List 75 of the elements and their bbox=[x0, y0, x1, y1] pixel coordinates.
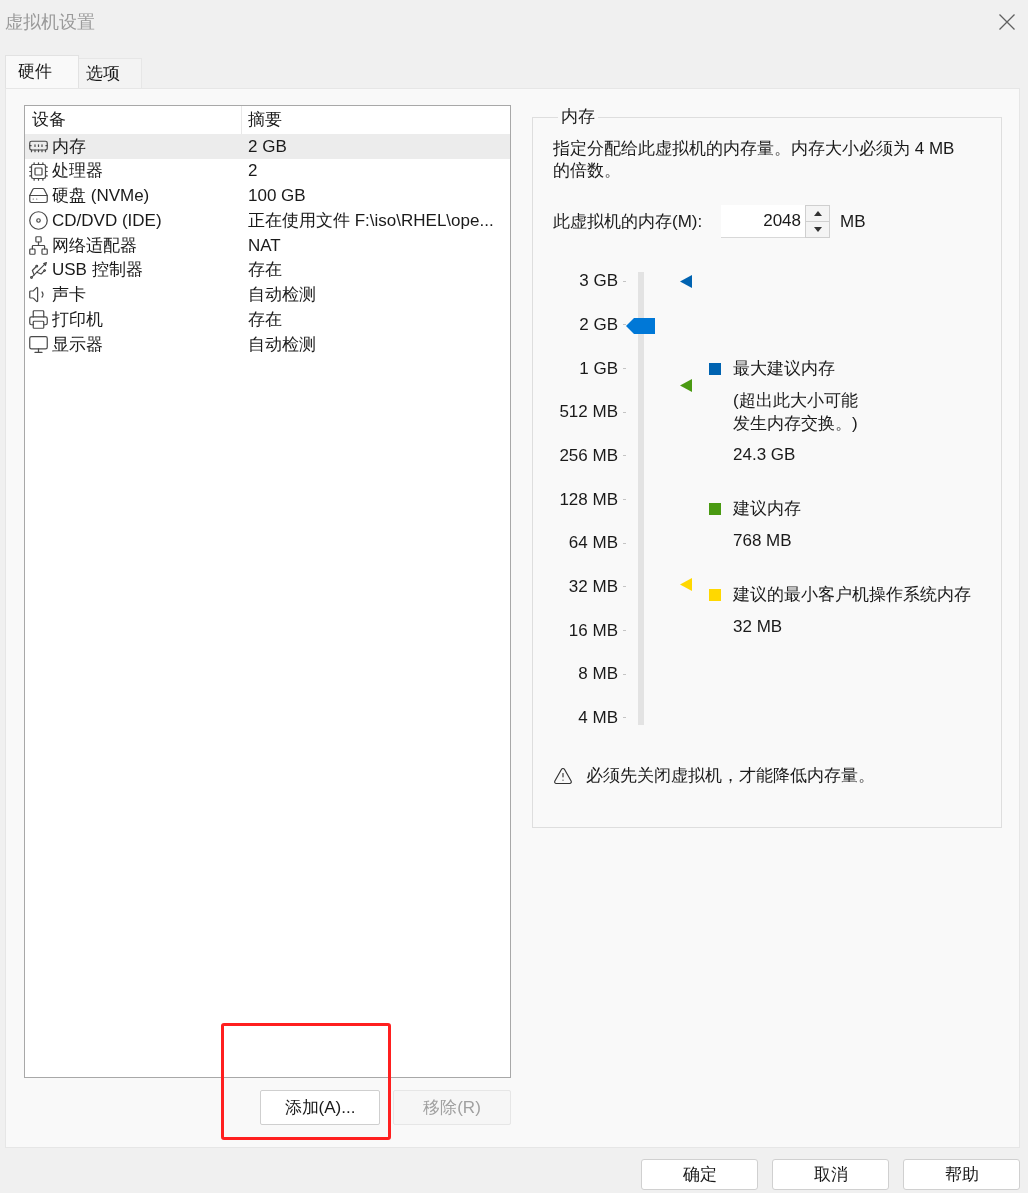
device-name: 声卡 bbox=[52, 284, 86, 307]
caret-up-icon bbox=[813, 210, 822, 216]
device-name: 硬盘 (NVMe) bbox=[52, 185, 150, 208]
tab[interactable]: 选项 bbox=[79, 58, 142, 88]
usb-icon bbox=[28, 259, 49, 281]
slider-thumb[interactable] bbox=[626, 318, 655, 335]
tick-label: 2 GB bbox=[579, 313, 618, 336]
device-name: USB 控制器 bbox=[52, 259, 143, 282]
tick-label: 1 GB bbox=[579, 357, 618, 380]
caret-down-icon bbox=[813, 226, 822, 232]
device-summary: 存在 bbox=[247, 259, 282, 282]
tick-mark bbox=[623, 717, 626, 719]
tick-mark bbox=[623, 542, 626, 544]
legend-value: 24.3 GB bbox=[732, 444, 797, 466]
window-title: 虚拟机设置 bbox=[5, 10, 95, 34]
device-summary: 正在使用文件 F:\iso\RHEL\ope... bbox=[247, 209, 494, 232]
tick-label: 128 MB bbox=[559, 488, 618, 511]
disc-icon bbox=[28, 210, 49, 232]
legend-value: 768 MB bbox=[732, 530, 793, 552]
legend-label: 建议内存 bbox=[733, 498, 801, 521]
monitor-icon bbox=[28, 333, 49, 355]
tick-mark bbox=[623, 630, 626, 631]
spin-up-button[interactable] bbox=[805, 205, 830, 222]
dialog-button[interactable]: 帮助 bbox=[903, 1159, 1020, 1190]
memory-description: 指定分配给此虚拟机的内存量。内存大小必须为 4 MB 的倍数。 bbox=[553, 138, 956, 182]
device-summary: NAT bbox=[247, 234, 281, 257]
tick-mark bbox=[623, 455, 626, 457]
close-icon bbox=[999, 14, 1015, 30]
warning-text: 必须先关闭虚拟机，才能降低内存量。 bbox=[586, 765, 875, 788]
memory-unit: MB bbox=[840, 210, 866, 233]
tick-mark bbox=[623, 367, 626, 369]
memory-input[interactable]: 2048 bbox=[721, 205, 805, 238]
tick-label: 4 MB bbox=[578, 707, 618, 730]
device-summary: 自动检测 bbox=[247, 333, 316, 356]
legend-value: 32 MB bbox=[732, 616, 784, 638]
device-summary: 存在 bbox=[247, 308, 282, 331]
device-summary: 2 GB bbox=[247, 135, 287, 158]
tick-mark bbox=[623, 280, 626, 282]
legend-label: 建议的最小客户机操作系统内存 bbox=[733, 584, 971, 607]
dialog-button[interactable]: 确定 bbox=[641, 1159, 758, 1190]
dialog-button[interactable]: 取消 bbox=[772, 1159, 889, 1190]
device-row[interactable]: 内存 2 GB bbox=[25, 134, 510, 159]
tick-label: 8 MB bbox=[578, 663, 618, 686]
column-header[interactable]: 摘要 bbox=[242, 106, 510, 134]
group-title: 内存 bbox=[560, 107, 596, 127]
device-name: CD/DVD (IDE) bbox=[52, 209, 162, 232]
warning-icon bbox=[553, 766, 573, 786]
tick-label: 512 MB bbox=[559, 401, 618, 424]
tick-label: 3 GB bbox=[579, 270, 618, 293]
device-summary: 2 bbox=[247, 160, 258, 183]
tick-label: 64 MB bbox=[568, 532, 618, 555]
cpu-icon bbox=[28, 160, 49, 182]
tick-label: 16 MB bbox=[568, 619, 618, 642]
tab[interactable]: 硬件 bbox=[5, 55, 79, 88]
device-name: 处理器 bbox=[52, 160, 103, 183]
device-summary: 自动检测 bbox=[247, 284, 316, 307]
printer-icon bbox=[28, 309, 49, 331]
device-name: 网络适配器 bbox=[52, 234, 137, 257]
legend-label: 最大建议内存 bbox=[733, 358, 835, 381]
tick-mark bbox=[623, 498, 626, 500]
device-name: 打印机 bbox=[52, 308, 103, 331]
tick-mark bbox=[623, 411, 626, 413]
add-button[interactable]: 添加(A)... bbox=[260, 1090, 380, 1125]
device-name: 内存 bbox=[52, 135, 86, 158]
tick-label: 256 MB bbox=[559, 445, 618, 467]
memory-label: 此虚拟机的内存(M): bbox=[553, 210, 704, 233]
tick-mark bbox=[623, 324, 626, 326]
close-button[interactable] bbox=[998, 13, 1016, 31]
device-summary: 100 GB bbox=[247, 185, 306, 208]
tick-mark bbox=[623, 673, 626, 675]
legend-note: (超出此大小可能发生内存交换。) bbox=[733, 390, 859, 435]
tick-label: 32 MB bbox=[568, 576, 618, 599]
device-name: 显示器 bbox=[52, 333, 103, 356]
tick-mark bbox=[623, 586, 626, 588]
network-icon bbox=[28, 234, 49, 256]
